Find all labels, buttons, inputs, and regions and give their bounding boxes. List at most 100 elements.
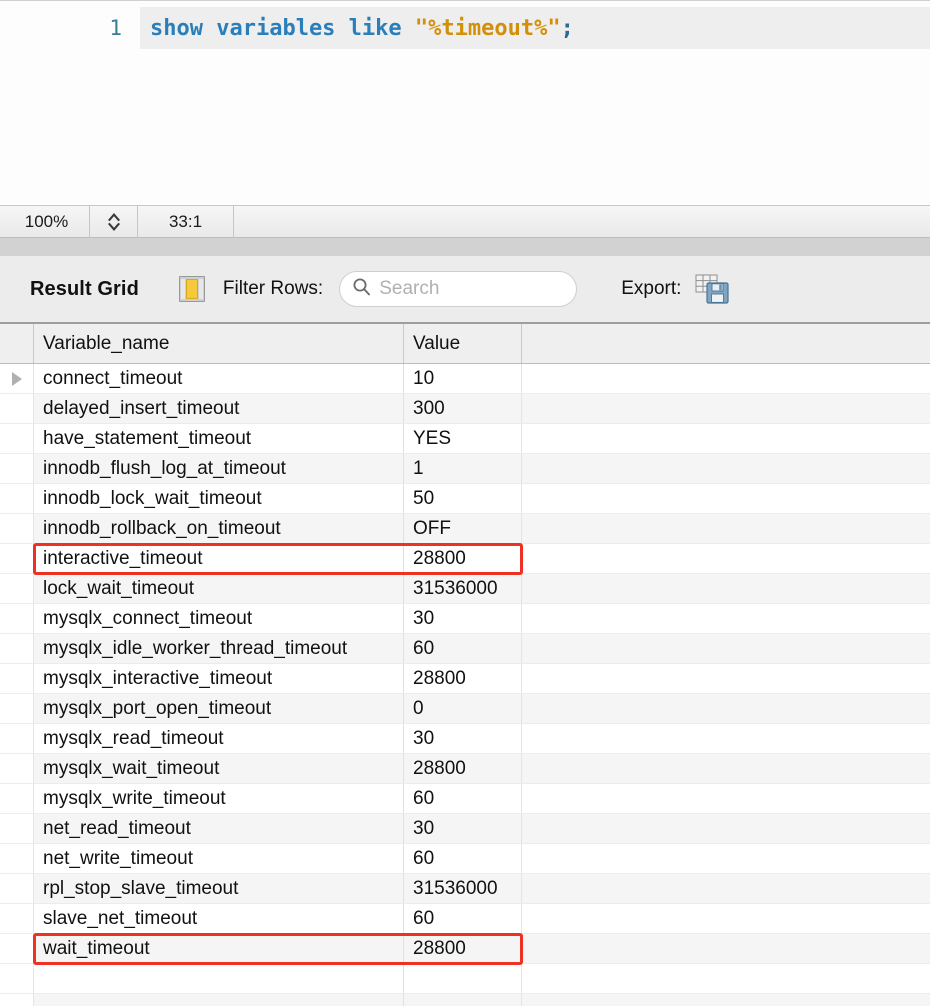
cell-value[interactable]: 31536000 — [403, 574, 521, 603]
table-row[interactable]: have_statement_timeout YES — [0, 424, 930, 454]
cell-variable-name[interactable]: mysqlx_interactive_timeout — [33, 664, 403, 693]
cell-value[interactable]: 50 — [403, 484, 521, 513]
cell-value[interactable]: YES — [403, 424, 521, 453]
cell-variable-name[interactable]: slave_net_timeout — [33, 904, 403, 933]
cell-value[interactable]: 10 — [403, 364, 521, 393]
export-grid-floppy-icon[interactable] — [695, 274, 730, 304]
cell-variable-name[interactable]: net_write_timeout — [33, 844, 403, 873]
row-selector-cell[interactable] — [0, 664, 33, 693]
row-selector-cell[interactable] — [0, 814, 33, 843]
result-grid-icon[interactable] — [178, 276, 205, 302]
row-selector-cell[interactable] — [0, 514, 33, 543]
table-row[interactable] — [0, 964, 930, 994]
cell-variable-name[interactable]: innodb_flush_log_at_timeout — [33, 454, 403, 483]
cell-variable-name[interactable]: rpl_stop_slave_timeout — [33, 874, 403, 903]
cell-value[interactable] — [403, 964, 521, 993]
cell-value[interactable]: 60 — [403, 784, 521, 813]
sql-editor[interactable]: 1 show variables like "%timeout%"; — [0, 0, 930, 206]
result-grid-table[interactable]: Variable_name Value connect_timeout 10 del… — [0, 324, 930, 1006]
table-row[interactable]: mysqlx_port_open_timeout 0 — [0, 694, 930, 724]
cell-value[interactable]: 1 — [403, 454, 521, 483]
table-row[interactable]: innodb_lock_wait_timeout 50 — [0, 484, 930, 514]
cell-value[interactable]: 30 — [403, 814, 521, 843]
cell-value[interactable]: 30 — [403, 724, 521, 753]
row-selector-cell[interactable] — [0, 634, 33, 663]
cell-variable-name[interactable]: mysqlx_write_timeout — [33, 784, 403, 813]
cell-value[interactable]: 60 — [403, 634, 521, 663]
cell-variable-name[interactable] — [33, 994, 403, 1006]
row-selector-cell[interactable] — [0, 454, 33, 483]
table-row[interactable]: rpl_stop_slave_timeout 31536000 — [0, 874, 930, 904]
zoom-stepper[interactable] — [90, 206, 138, 237]
row-selector-cell[interactable] — [0, 364, 33, 393]
cell-variable-name[interactable]: delayed_insert_timeout — [33, 394, 403, 423]
row-selector-cell[interactable] — [0, 724, 33, 753]
row-selector-cell[interactable] — [0, 484, 33, 513]
table-row[interactable]: innodb_flush_log_at_timeout 1 — [0, 454, 930, 484]
cell-value[interactable]: 300 — [403, 394, 521, 423]
row-selector-cell[interactable] — [0, 694, 33, 723]
table-row[interactable]: net_write_timeout 60 — [0, 844, 930, 874]
cell-variable-name[interactable]: innodb_lock_wait_timeout — [33, 484, 403, 513]
row-selector-cell[interactable] — [0, 844, 33, 873]
cell-value[interactable]: 28800 — [403, 664, 521, 693]
cell-value[interactable]: 0 — [403, 694, 521, 723]
row-selector-cell[interactable] — [0, 424, 33, 453]
table-row[interactable]: mysqlx_write_timeout 60 — [0, 784, 930, 814]
row-selector-cell[interactable] — [0, 754, 33, 783]
cell-value[interactable]: OFF — [403, 514, 521, 543]
cell-variable-name[interactable]: innodb_rollback_on_timeout — [33, 514, 403, 543]
table-row[interactable]: mysqlx_interactive_timeout 28800 — [0, 664, 930, 694]
row-selector-cell[interactable] — [0, 604, 33, 633]
column-header-value[interactable]: Value — [403, 324, 521, 363]
table-row[interactable]: wait_timeout 28800 — [0, 933, 930, 965]
cell-variable-name[interactable]: connect_timeout — [33, 364, 403, 393]
cell-value[interactable]: 60 — [403, 844, 521, 873]
cell-value[interactable]: 28800 — [403, 544, 521, 573]
stepper-up-down-icon[interactable] — [106, 211, 122, 233]
zoom-level[interactable]: 100% — [0, 206, 90, 237]
row-selector-cell[interactable] — [0, 874, 33, 903]
cell-variable-name[interactable]: have_statement_timeout — [33, 424, 403, 453]
table-row[interactable]: net_read_timeout 30 — [0, 814, 930, 844]
row-selector-cell[interactable] — [0, 934, 33, 963]
cell-variable-name[interactable]: mysqlx_read_timeout — [33, 724, 403, 753]
cell-value[interactable] — [403, 994, 521, 1006]
table-row[interactable]: innodb_rollback_on_timeout OFF — [0, 514, 930, 544]
row-selector-cell[interactable] — [0, 964, 33, 993]
cell-variable-name[interactable]: mysqlx_idle_worker_thread_timeout — [33, 634, 403, 663]
table-row[interactable]: mysqlx_connect_timeout 30 — [0, 604, 930, 634]
row-selector-cell[interactable] — [0, 994, 33, 1006]
table-row[interactable]: slave_net_timeout 60 — [0, 904, 930, 934]
table-row[interactable] — [0, 994, 930, 1006]
cell-value[interactable]: 60 — [403, 904, 521, 933]
row-selector-cell[interactable] — [0, 574, 33, 603]
table-row[interactable]: delayed_insert_timeout 300 — [0, 394, 930, 424]
table-row[interactable]: mysqlx_idle_worker_thread_timeout 60 — [0, 634, 930, 664]
panel-divider[interactable] — [0, 238, 930, 256]
search-input[interactable]: Search — [339, 271, 578, 307]
table-row[interactable]: mysqlx_read_timeout 30 — [0, 724, 930, 754]
table-row[interactable]: mysqlx_wait_timeout 28800 — [0, 754, 930, 784]
table-row[interactable]: interactive_timeout 28800 — [0, 543, 930, 575]
cell-value[interactable]: 31536000 — [403, 874, 521, 903]
editor-line-1[interactable]: 1 show variables like "%timeout%"; — [0, 7, 930, 49]
cell-variable-name[interactable]: mysqlx_connect_timeout — [33, 604, 403, 633]
cell-value[interactable]: 30 — [403, 604, 521, 633]
cell-variable-name[interactable]: mysqlx_port_open_timeout — [33, 694, 403, 723]
table-row[interactable]: lock_wait_timeout 31536000 — [0, 574, 930, 604]
cell-variable-name[interactable]: net_read_timeout — [33, 814, 403, 843]
table-row[interactable]: connect_timeout 10 — [0, 364, 930, 394]
cell-value[interactable]: 28800 — [403, 934, 521, 963]
cell-variable-name[interactable]: lock_wait_timeout — [33, 574, 403, 603]
row-selector-cell[interactable] — [0, 394, 33, 423]
cell-variable-name[interactable]: mysqlx_wait_timeout — [33, 754, 403, 783]
sql-code-text[interactable]: show variables like "%timeout%"; — [140, 7, 930, 49]
cell-variable-name[interactable]: wait_timeout — [33, 934, 403, 963]
cell-value[interactable]: 28800 — [403, 754, 521, 783]
column-header-variable-name[interactable]: Variable_name — [33, 324, 403, 363]
row-selector-cell[interactable] — [0, 544, 33, 573]
row-selector-cell[interactable] — [0, 784, 33, 813]
cell-variable-name[interactable]: interactive_timeout — [33, 544, 403, 573]
row-selector-cell[interactable] — [0, 904, 33, 933]
